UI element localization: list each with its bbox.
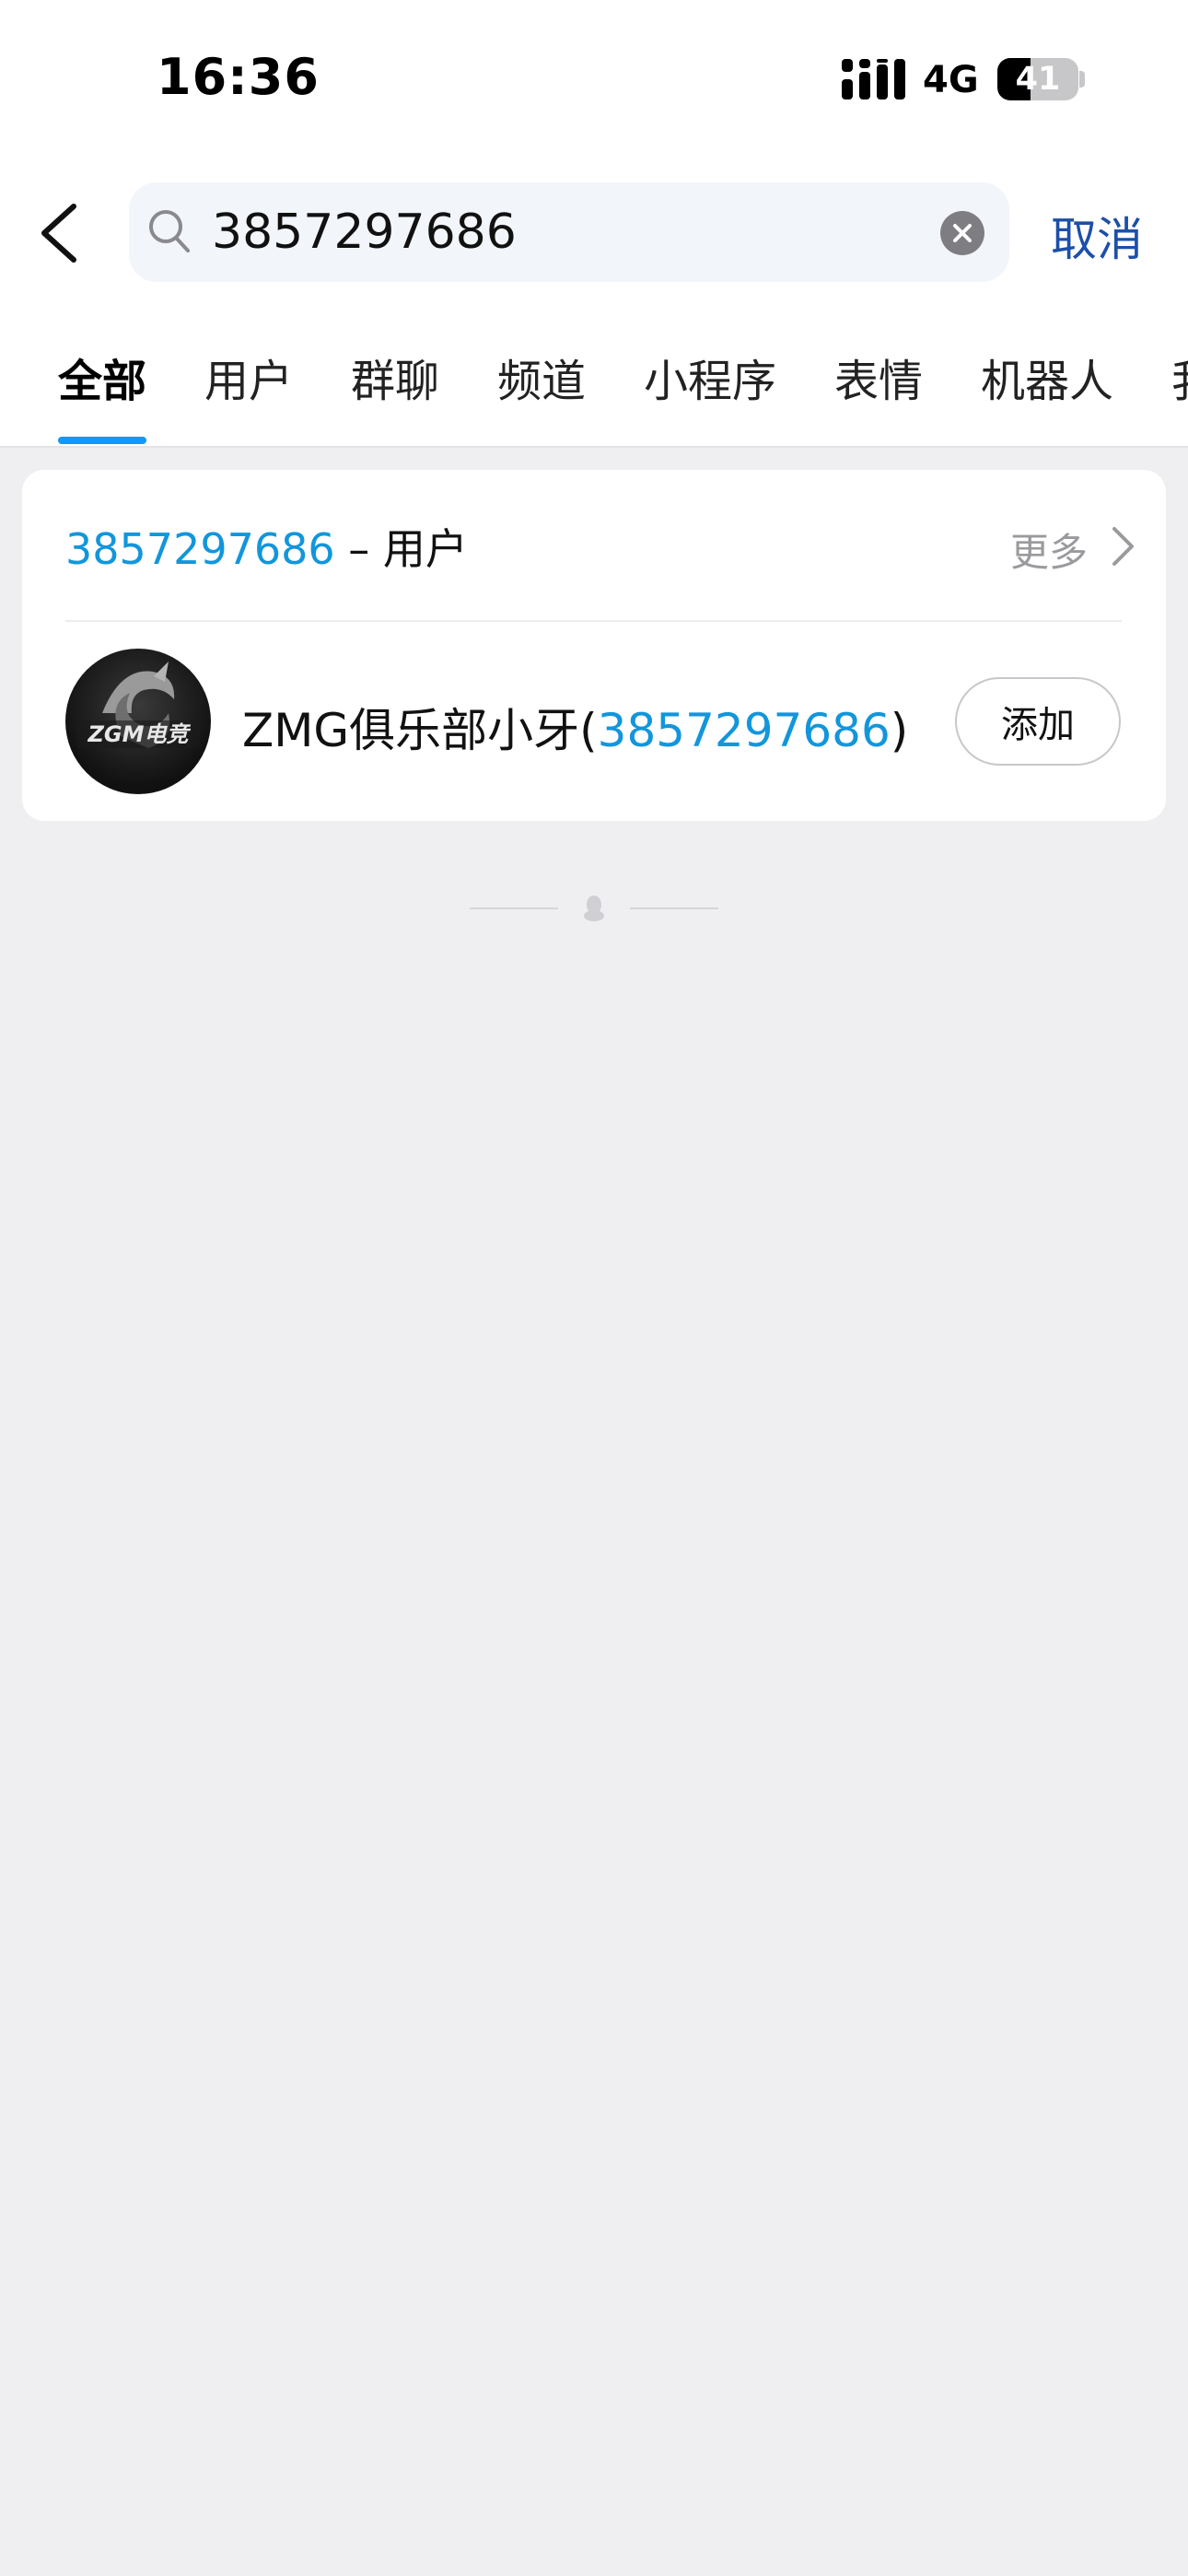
active-tab-indicator (58, 437, 146, 444)
avatar-logo-text: ZGM电竞 (87, 721, 192, 747)
tab-users[interactable]: 用户 (204, 345, 293, 409)
tab-divider (0, 446, 1188, 448)
add-friend-button[interactable]: 添加 (955, 677, 1121, 766)
back-chevron-icon[interactable] (37, 203, 83, 263)
user-name-prefix: ZMG俱乐部小牙( (242, 704, 598, 757)
tab-stickers[interactable]: 表情 (834, 345, 923, 409)
card-divider (65, 620, 1122, 622)
tab-all[interactable]: 全部 (58, 345, 146, 409)
cellular-signal-icon (842, 59, 905, 100)
search-icon (149, 210, 190, 252)
tab-channels[interactable]: 频道 (497, 345, 586, 409)
user-name[interactable]: ZMG俱乐部小牙(3857297686) (242, 694, 908, 760)
clear-icon[interactable] (939, 210, 985, 256)
penguin-icon (584, 896, 604, 921)
section-separator: – (334, 524, 383, 574)
network-type: 4G (923, 59, 979, 101)
more-button[interactable]: 更多 (1010, 521, 1088, 578)
section-category: 用户 (382, 524, 468, 574)
category-tabs: 全部 用户 群聊 频道 小程序 表情 机器人 我 (0, 345, 1188, 446)
tab-groups[interactable]: 群聊 (351, 345, 439, 409)
search-input[interactable] (212, 195, 912, 269)
avatar[interactable]: ZGM电竞 (65, 649, 211, 794)
tab-more-cut[interactable]: 我 (1171, 345, 1188, 409)
battery-level: 41 (1015, 61, 1061, 98)
tab-mini-programs[interactable]: 小程序 (644, 345, 776, 409)
tab-bots[interactable]: 机器人 (981, 345, 1113, 409)
section-header: 3857297686 – 用户 (65, 516, 468, 577)
cancel-button[interactable]: 取消 (1051, 203, 1143, 269)
status-time: 16:36 (157, 48, 320, 106)
chevron-right-icon[interactable] (1110, 525, 1136, 568)
battery-icon: 41 (997, 58, 1078, 100)
end-divider-left (470, 907, 558, 909)
end-divider-right (630, 907, 718, 909)
user-id: 3857297686 (597, 704, 891, 757)
dragon-logo-icon: ZGM电竞 (76, 662, 200, 748)
user-name-suffix: ) (890, 704, 909, 757)
section-query: 3857297686 (65, 524, 335, 574)
battery-tip (1079, 71, 1085, 88)
